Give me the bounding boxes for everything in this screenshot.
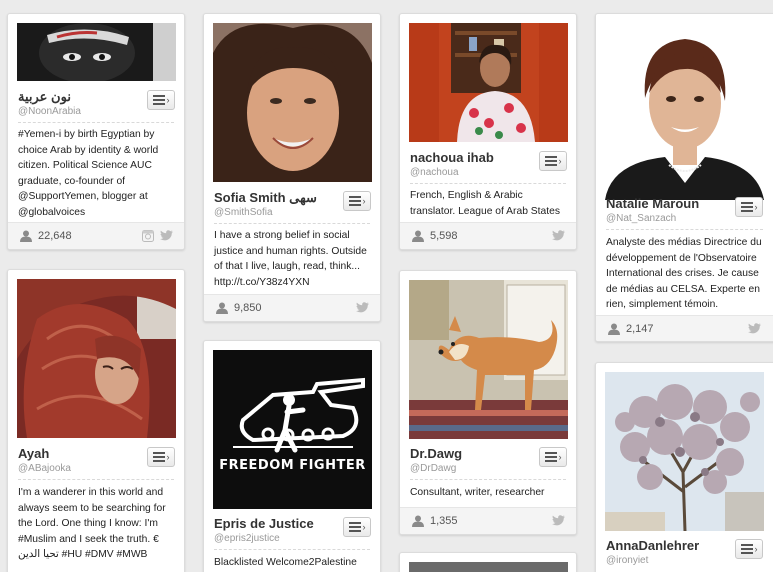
profile-handle[interactable]: @epris2justice (214, 533, 280, 544)
profile-bio: Consultant, writer, researcher (410, 487, 545, 498)
profile-photo[interactable] (17, 23, 176, 81)
profile-handle[interactable]: @ABajooka (18, 463, 71, 474)
profile-name[interactable]: Natalie Maroun (606, 196, 699, 211)
profile-bio: Analyste des médias Directrice du dévelo… (606, 237, 762, 310)
profile-name[interactable]: AnnaDanlehrer (606, 538, 699, 553)
twitter-icon[interactable] (160, 230, 173, 242)
profile-photo[interactable] (213, 23, 372, 182)
profile-handle[interactable]: @SmithSofia (214, 207, 273, 218)
profile-bio: #Yemen-i by birth Egyptian by choice Ara… (18, 129, 159, 218)
add-to-list-button[interactable]: › (147, 90, 175, 110)
card-footer: 2,147 (596, 315, 773, 341)
profile-photo[interactable] (409, 23, 568, 142)
chevron-right-icon: › (558, 155, 562, 166)
card-footer: 5,598 (400, 222, 576, 249)
followers-icon (608, 323, 620, 335)
add-to-list-button[interactable]: › (147, 447, 175, 467)
profile-card: نون عربية @NoonArabia › #Yemen-i by birt… (7, 13, 185, 250)
list-icon (544, 452, 557, 462)
chevron-right-icon: › (362, 195, 366, 206)
profile-handle[interactable]: @NoonArabia (18, 106, 81, 117)
profile-photo[interactable]: FREEDOM FIGHTER (213, 350, 372, 509)
profile-card: Ayah @ABajooka › I'm a wanderer in this … (7, 269, 185, 572)
profile-name[interactable]: Sofia Smith سهى (214, 190, 317, 206)
divider (18, 122, 174, 123)
followers-count: 22,648 (38, 230, 72, 242)
profile-name[interactable]: Epris de Justice (214, 516, 314, 531)
profile-card: Natalie Maroun @Nat_Sanzach › Analyste d… (595, 13, 773, 342)
chevron-right-icon: › (558, 451, 562, 462)
twitter-icon[interactable] (748, 323, 761, 335)
followers-count: 9,850 (234, 302, 262, 314)
list-icon (348, 522, 361, 532)
profile-photo[interactable] (605, 23, 764, 200)
profile-card: FREEDOM FIGHTER Epris de Justice @epris2… (203, 340, 381, 572)
add-to-list-button[interactable]: › (539, 447, 567, 467)
profile-handle[interactable]: @nachoua (410, 167, 459, 178)
profile-name[interactable]: Ayah (18, 446, 49, 461)
followers-icon (216, 302, 228, 314)
profile-card: AnnaDanlehrer @ironyiet › (595, 362, 773, 572)
chevron-right-icon: › (362, 521, 366, 532)
add-to-list-button[interactable]: › (539, 151, 567, 171)
profile-photo[interactable] (605, 372, 764, 531)
instagram-icon[interactable] (142, 230, 154, 242)
followers-icon (412, 515, 424, 527)
list-icon (152, 95, 165, 105)
freedom-fighter-caption: FREEDOM FIGHTER (219, 458, 366, 473)
followers-count: 2,147 (626, 323, 654, 335)
list-icon (348, 196, 361, 206)
list-icon (544, 156, 557, 166)
profile-name[interactable]: نون عربية (18, 89, 71, 105)
profile-bio: French, English & Arabic translator. Lea… (410, 190, 560, 217)
add-to-list-button[interactable]: › (343, 191, 371, 211)
twitter-icon[interactable] (356, 302, 369, 314)
profile-handle[interactable]: @Nat_Sanzach (606, 213, 676, 224)
chevron-right-icon: › (754, 201, 758, 212)
chevron-right-icon: › (166, 94, 170, 105)
card-footer: 1,355 (400, 507, 576, 534)
divider (214, 549, 370, 550)
profile-photo[interactable] (409, 280, 568, 439)
profile-photo[interactable] (409, 562, 568, 572)
followers-count: 5,598 (430, 230, 458, 242)
profile-bio: I'm a wanderer in this world and always … (18, 487, 166, 560)
add-to-list-button[interactable]: › (735, 539, 763, 559)
followers-icon (20, 230, 32, 242)
profile-bio: Blacklisted Welcome2Palestine (214, 557, 357, 568)
followers-count: 1,355 (430, 515, 458, 527)
chevron-right-icon: › (166, 451, 170, 462)
list-icon (740, 544, 753, 554)
profile-name[interactable]: nachoua ihab (410, 150, 494, 165)
card-footer: 9,850 (204, 294, 380, 321)
profile-photo[interactable] (17, 279, 176, 438)
profile-card-partial (399, 552, 577, 572)
followers-icon (412, 230, 424, 242)
divider (410, 183, 566, 184)
divider (214, 223, 370, 224)
profile-card: nachoua ihab @nachoua › French, English … (399, 13, 577, 250)
divider (606, 229, 763, 230)
list-icon (152, 452, 165, 462)
chevron-right-icon: › (754, 543, 758, 554)
twitter-icon[interactable] (552, 515, 565, 527)
profile-bio: I have a strong belief in social justice… (214, 230, 367, 288)
divider (410, 479, 566, 480)
profile-handle[interactable]: @ironyiet (606, 555, 648, 566)
profile-name[interactable]: Dr.Dawg (410, 446, 462, 461)
profile-card: Sofia Smith سهى @SmithSofia › I have a s… (203, 13, 381, 322)
profile-handle[interactable]: @DrDawg (410, 463, 456, 474)
twitter-icon[interactable] (552, 230, 565, 242)
list-icon (740, 202, 753, 212)
divider (18, 479, 174, 480)
card-footer: 22,648 (8, 222, 184, 249)
add-to-list-button[interactable]: › (343, 517, 371, 537)
profile-card: Dr.Dawg @DrDawg › Consultant, writer, re… (399, 270, 577, 535)
add-to-list-button[interactable]: › (735, 197, 763, 217)
